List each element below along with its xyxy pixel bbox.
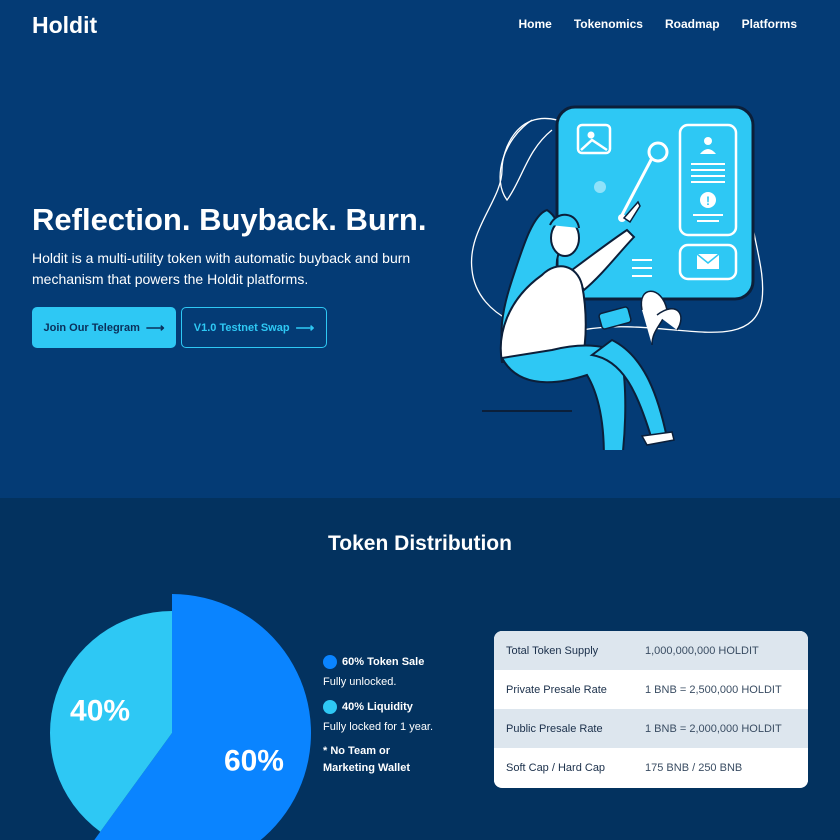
hero-illustration: ! [470,105,764,450]
legend-label: 60% Token Sale [342,655,425,668]
nav-link-platforms[interactable]: Platforms [742,17,797,31]
join-telegram-button[interactable]: Join Our Telegram ⟶ [32,307,176,348]
hero-title: Reflection. Buyback. Burn. [32,202,427,237]
pie-label-liquidity: 40% [70,695,130,728]
logo[interactable]: Holdit [32,12,97,39]
legend-item-token-sale: 60% Token Sale Fully unlocked. [323,653,424,688]
testnet-swap-button[interactable]: V1.0 Testnet Swap ⟶ [181,307,327,348]
legend-note: * No Team or Marketing Wallet [323,745,410,774]
legend-dot [323,699,337,714]
nav-link-home[interactable]: Home [518,17,551,31]
hero-section: Reflection. Buyback. Burn. Holdit is a m… [0,52,840,498]
legend-sub: Fully locked for 1 year. [323,721,434,733]
outline-loop [499,119,553,202]
table-row: Soft Cap / Hard Cap 175 BNB / 250 BNB [494,748,808,787]
table-value: 1 BNB = 2,000,000 HOLDIT [645,722,782,735]
arrow-right-icon: ⟶ [145,319,165,335]
testnet-swap-label: V1.0 Testnet Swap [193,321,290,334]
table-row: Private Presale Rate 1 BNB = 2,500,000 HO… [494,670,808,709]
section-title: Token Distribution [328,532,512,555]
table-key: Soft Cap / Hard Cap [506,761,606,774]
table-value: 1,000,000,000 HOLDIT [645,644,759,657]
token-distribution-section: Token Distribution 60% 40% 60% Token Sale… [0,498,840,840]
table-value: 175 BNB / 250 BNB [645,761,743,774]
pie-label-token-sale: 60% [224,745,284,778]
legend-sub: Fully unlocked. [323,676,397,688]
legend-dot [323,654,337,669]
pie-chart: 60% 40% [50,594,311,840]
nav-links: Home Tokenomics Roadmap Platforms [518,17,797,31]
svg-text:!: ! [706,194,710,208]
table-key: Private Presale Rate [506,683,607,696]
table-key: Total Token Supply [506,644,599,657]
table-value: 1 BNB = 2,500,000 HOLDIT [645,683,782,696]
token-info-table: Total Token Supply 1,000,000,000 HOLDIT P… [494,631,808,788]
arrow-right-icon: ⟶ [295,319,315,335]
table-row: Total Token Supply 1,000,000,000 HOLDIT [494,631,808,670]
legend-label: 40% Liquidity [342,700,413,713]
table-row: Public Presale Rate 1 BNB = 2,000,000 HOL… [494,709,808,748]
nav-link-roadmap[interactable]: Roadmap [665,17,720,31]
nav-link-tokenomics[interactable]: Tokenomics [574,17,643,31]
join-telegram-label: Join Our Telegram [43,321,140,334]
phone-icon [598,306,632,330]
legend-item-liquidity: 40% Liquidity Fully locked for 1 year. [323,698,433,733]
table-key: Public Presale Rate [506,722,603,735]
hero-description: Holdit is a multi-utility token with aut… [32,250,411,287]
top-navbar: Holdit Home Tokenomics Roadmap Platforms [0,0,840,52]
